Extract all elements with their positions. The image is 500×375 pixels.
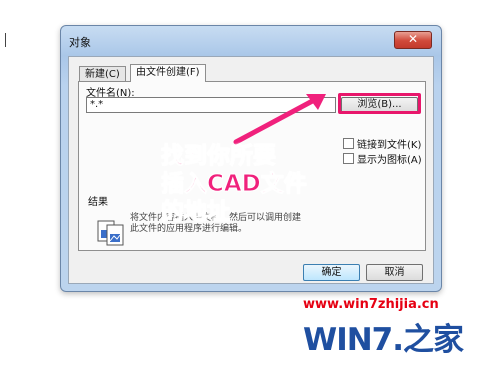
tab-create-new[interactable]: 新建(C) <box>79 66 126 82</box>
close-button[interactable]: ✕ <box>394 31 432 49</box>
document-icon <box>97 220 124 246</box>
display-as-icon-checkbox[interactable] <box>343 153 354 164</box>
annotation-line3: 的地址 <box>161 199 231 226</box>
ok-button[interactable]: 确定 <box>303 264 360 281</box>
tab-create-from-file[interactable]: 由文件创建(F) <box>130 64 206 82</box>
dialog-title: 对象 <box>69 36 91 49</box>
annotation-text: 找到你所要 插入CAD文件 的地址 <box>161 142 308 226</box>
result-label: 结果 <box>88 197 108 208</box>
watermark-url: www.win7zhijia.cn <box>303 297 439 312</box>
cancel-button[interactable]: 取消 <box>366 264 423 281</box>
link-to-file-checkbox[interactable] <box>343 138 354 149</box>
pointer-arrow-icon <box>233 94 326 145</box>
display-as-icon-label: 显示为图标(A) <box>357 155 422 166</box>
link-to-file-label: 链接到文件(K) <box>357 140 422 151</box>
text-cursor <box>5 33 6 47</box>
win7-logo: WIN7.之家 <box>303 322 464 358</box>
annotation-line2: 插入CAD文件 <box>161 171 308 198</box>
annotation-line1: 找到你所要 <box>161 143 277 170</box>
browse-highlight-box <box>338 93 421 114</box>
